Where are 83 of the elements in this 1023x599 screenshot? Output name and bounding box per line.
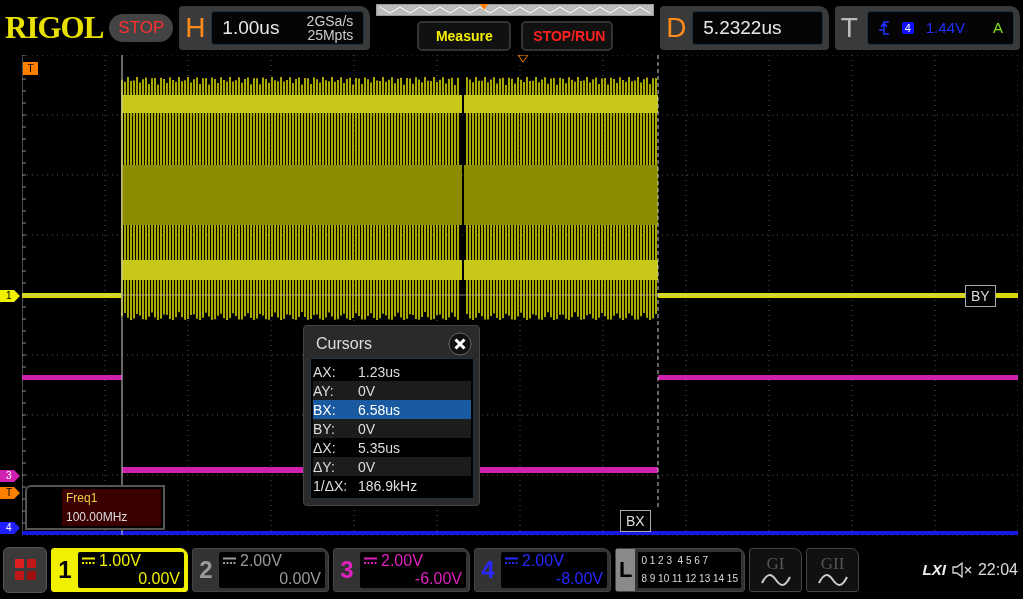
brand-logo: RIGOL bbox=[5, 9, 104, 46]
readout-value: 0V bbox=[358, 458, 376, 475]
stop-run-button[interactable]: STOP/RUN bbox=[521, 21, 614, 51]
cursor-readout-row[interactable]: BY: 0V bbox=[313, 419, 471, 438]
delay-label: D bbox=[666, 11, 687, 44]
dc-coupling-icon bbox=[82, 556, 95, 565]
readout-label: ΔY: bbox=[313, 458, 336, 475]
channel-scale: 2.00V bbox=[522, 551, 564, 570]
readout-label: ΔX: bbox=[313, 439, 337, 456]
sine-wave-icon bbox=[817, 573, 848, 586]
dc-coupling-icon bbox=[364, 556, 377, 565]
channel-offset: -6.00V bbox=[413, 569, 462, 588]
readout-label: BX: bbox=[313, 401, 337, 418]
channel-marker[interactable]: 4 bbox=[0, 522, 20, 534]
channel-number: 3 bbox=[339, 554, 355, 585]
generator-label: GI bbox=[766, 553, 785, 574]
trigger-panel[interactable]: T 4 1.44V A bbox=[834, 5, 1020, 50]
logic-bits: 8 9 10 11 12 13 14 15 bbox=[641, 573, 738, 584]
readout-value: 186.9kHz bbox=[358, 477, 418, 494]
measurement-value: 100.00MHz bbox=[66, 509, 129, 524]
channel-number: 4 bbox=[480, 554, 496, 585]
timebase-label: H bbox=[185, 11, 206, 44]
sine-wave-icon bbox=[760, 573, 791, 586]
readout-label: AY: bbox=[313, 382, 335, 399]
trigger-position-marker: T bbox=[23, 62, 38, 75]
timebase-value: 1.00us bbox=[222, 16, 280, 39]
readout-value: 6.58us bbox=[358, 401, 401, 418]
cursor-readout-row[interactable]: ΔX: 5.35us bbox=[313, 438, 471, 457]
trigger-source: 4 bbox=[901, 21, 914, 34]
run-status: STOP bbox=[109, 13, 174, 42]
trigger-level: 1.44V bbox=[925, 19, 965, 36]
close-icon[interactable] bbox=[448, 332, 472, 356]
cursor-readout-row[interactable]: AY: 0V bbox=[313, 381, 471, 400]
channel-marker[interactable]: T bbox=[0, 487, 20, 499]
readout-value: 0V bbox=[358, 420, 376, 437]
dc-coupling-icon bbox=[505, 556, 518, 565]
menu-button[interactable] bbox=[3, 546, 47, 593]
readout-label: BY: bbox=[313, 420, 336, 437]
cursor-readout-row[interactable]: ΔY: 0V bbox=[313, 457, 471, 476]
channel-scale: 1.00V bbox=[99, 551, 141, 570]
cursor-line[interactable] bbox=[121, 55, 123, 536]
channel-number: 1 bbox=[57, 554, 73, 585]
delay-value: 5.2322us bbox=[703, 16, 782, 39]
readout-value: 1.23us bbox=[358, 363, 401, 380]
channel-marker[interactable]: 1 bbox=[0, 290, 20, 302]
dialog-title: Cursors bbox=[316, 335, 372, 353]
cursor-readout-row[interactable]: AX: 1.23us bbox=[313, 362, 471, 381]
channel-number: 2 bbox=[198, 554, 214, 585]
lxi-logo: LXI bbox=[922, 561, 946, 578]
measurement-name: Freq1 bbox=[66, 491, 99, 506]
dc-coupling-icon bbox=[223, 556, 236, 565]
logic-bits: 0 1 2 3 4 5 6 7 bbox=[641, 555, 710, 566]
trigger-label: T bbox=[840, 11, 859, 44]
channel-button[interactable]: 1 1.00V 0.00V bbox=[51, 547, 188, 592]
readout-value: 5.35us bbox=[358, 439, 401, 456]
timebase-panel[interactable]: H 1.00us 2GSa/s 25Mpts bbox=[179, 5, 371, 50]
cursor-readout-row[interactable]: 1/ΔX: 186.9kHz bbox=[313, 476, 471, 495]
channel-scale: 2.00V bbox=[240, 551, 282, 570]
channel-scale: 2.00V bbox=[381, 551, 423, 570]
cursor-label: BY bbox=[965, 285, 996, 307]
grid-icon bbox=[14, 559, 36, 580]
cursor-label: BX bbox=[620, 510, 651, 532]
measure-button[interactable]: Measure bbox=[417, 21, 512, 51]
channel-button[interactable]: 2 2.00V 0.00V bbox=[192, 547, 329, 592]
channel-offset: 0.00V bbox=[137, 569, 180, 588]
trigger-mode: A bbox=[993, 19, 1003, 36]
channel-offset: 0.00V bbox=[278, 569, 321, 588]
speaker-muted-icon bbox=[951, 560, 972, 579]
memory-depth: 25Mpts bbox=[307, 27, 354, 42]
edge-slope-icon bbox=[877, 20, 890, 35]
channel-button[interactable]: 3 2.00V -6.00V bbox=[333, 547, 470, 592]
trigger-position-icon bbox=[517, 55, 529, 63]
sample-rate: 2GSa/s bbox=[306, 13, 354, 28]
generator-label: GII bbox=[820, 553, 845, 574]
readout-label: 1/ΔX: bbox=[313, 477, 349, 494]
channel-marker[interactable]: 3 bbox=[0, 470, 20, 482]
channel-offset: -8.00V bbox=[554, 569, 603, 588]
readout-label: AX: bbox=[313, 363, 337, 380]
clock-time: 22:04 bbox=[977, 560, 1018, 579]
cursor-readout-row[interactable]: BX: 6.58us bbox=[313, 400, 471, 419]
delay-panel[interactable]: D 5.2322us bbox=[660, 5, 829, 50]
readout-value: 0V bbox=[358, 382, 376, 399]
logic-label: L bbox=[616, 548, 636, 591]
